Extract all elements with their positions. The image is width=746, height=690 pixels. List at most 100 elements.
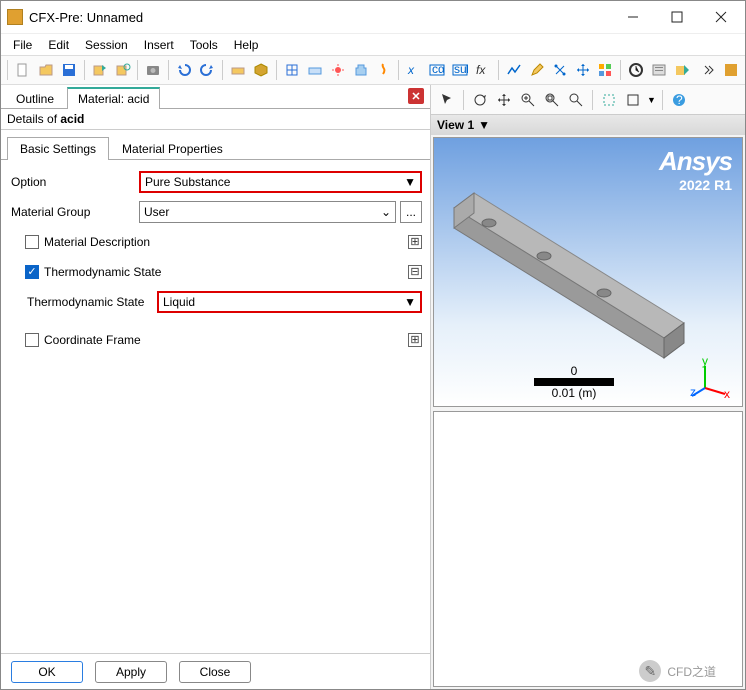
interface-icon[interactable] bbox=[550, 60, 570, 80]
button-bar: OK Apply Close bbox=[1, 653, 430, 689]
monitor-icon[interactable] bbox=[504, 60, 524, 80]
minimize-button[interactable] bbox=[611, 2, 655, 32]
menubar: File Edit Session Insert Tools Help bbox=[1, 33, 745, 55]
rotate-icon[interactable] bbox=[470, 90, 490, 110]
material-group-more-button[interactable]: ... bbox=[400, 201, 422, 223]
close-window-button[interactable] bbox=[699, 2, 743, 32]
coordinate-frame-checkbox[interactable] bbox=[25, 333, 39, 347]
adapt-icon[interactable] bbox=[595, 60, 615, 80]
variable-icon[interactable]: x bbox=[404, 60, 424, 80]
details-prefix: Details of bbox=[7, 112, 60, 126]
menu-session[interactable]: Session bbox=[77, 36, 136, 54]
thermodynamic-state-checkbox-label: Thermodynamic State bbox=[44, 265, 404, 279]
pan-icon[interactable] bbox=[494, 90, 514, 110]
ok-button[interactable]: OK bbox=[11, 661, 83, 683]
tab-close-button[interactable]: ✕ bbox=[408, 88, 424, 104]
mesh-reload-icon[interactable] bbox=[113, 60, 133, 80]
material-group-label: Material Group bbox=[9, 205, 139, 219]
option-value: Pure Substance bbox=[145, 175, 230, 189]
svg-text:x: x bbox=[407, 63, 415, 77]
tab-material[interactable]: Material: acid bbox=[67, 87, 160, 109]
details-name: acid bbox=[60, 112, 84, 126]
view-header[interactable]: View 1 ▼ bbox=[431, 115, 745, 135]
scale-value: 0.01 (m) bbox=[534, 386, 614, 400]
svg-text:x: x bbox=[724, 387, 730, 398]
fx-icon[interactable]: fx bbox=[473, 60, 493, 80]
dropdown-arrow-icon: ▼ bbox=[404, 175, 416, 189]
toolbar-more-icon[interactable] bbox=[698, 60, 718, 80]
zoom-box-icon[interactable] bbox=[542, 90, 562, 110]
svg-text:z: z bbox=[690, 385, 696, 398]
thermodynamic-state-dropdown[interactable]: Liquid ▼ bbox=[157, 291, 422, 313]
boundary-icon[interactable] bbox=[282, 60, 302, 80]
select-icon[interactable] bbox=[437, 90, 457, 110]
redo-icon[interactable] bbox=[197, 60, 217, 80]
right-pane: ▼ ? View 1 ▼ Ansys 2022 R1 bbox=[431, 85, 745, 689]
toolbar-end-icon[interactable] bbox=[721, 60, 741, 80]
undo-icon[interactable] bbox=[174, 60, 194, 80]
move-icon[interactable] bbox=[573, 60, 593, 80]
window-title: CFX-Pre: Unnamed bbox=[29, 10, 611, 25]
tab-outline[interactable]: Outline bbox=[5, 88, 65, 109]
menu-insert[interactable]: Insert bbox=[136, 36, 182, 54]
application-window: CFX-Pre: Unnamed File Edit Session Inser… bbox=[0, 0, 746, 690]
svg-text:cα: cα bbox=[432, 62, 445, 76]
coordinate-frame-label: Coordinate Frame bbox=[44, 333, 404, 347]
edit-icon[interactable] bbox=[527, 60, 547, 80]
zoom-in-icon[interactable] bbox=[518, 90, 538, 110]
output-control-icon[interactable] bbox=[649, 60, 669, 80]
watermark-icon: ✎ bbox=[639, 660, 661, 682]
svg-text:?: ? bbox=[676, 93, 683, 107]
simulation-icon[interactable] bbox=[228, 60, 248, 80]
menu-tools[interactable]: Tools bbox=[182, 36, 226, 54]
subtab-basic-settings[interactable]: Basic Settings bbox=[7, 137, 109, 160]
dropdown-arrow-icon[interactable]: ▼ bbox=[647, 95, 656, 105]
new-icon[interactable] bbox=[13, 60, 33, 80]
snapshot-icon[interactable] bbox=[143, 60, 163, 80]
scale-bar: 0 0.01 (m) bbox=[534, 364, 614, 400]
cel-icon[interactable]: cα bbox=[427, 60, 447, 80]
svg-text:fx: fx bbox=[476, 63, 486, 77]
sub-icon[interactable]: sub bbox=[450, 60, 470, 80]
dropdown-arrow-icon: ▼ bbox=[404, 295, 416, 309]
material-icon[interactable] bbox=[351, 60, 371, 80]
save-icon[interactable] bbox=[59, 60, 79, 80]
open-icon[interactable] bbox=[36, 60, 56, 80]
run-icon[interactable] bbox=[672, 60, 692, 80]
subdomain-icon[interactable] bbox=[305, 60, 325, 80]
maximize-button[interactable] bbox=[655, 2, 699, 32]
3d-viewport[interactable]: Ansys 2022 R1 0 bbox=[433, 137, 743, 407]
source-icon[interactable] bbox=[328, 60, 348, 80]
material-description-expander[interactable]: ⊞ bbox=[408, 235, 422, 249]
coordinate-frame-expander[interactable]: ⊞ bbox=[408, 333, 422, 347]
domain-icon[interactable] bbox=[251, 60, 271, 80]
close-button[interactable]: Close bbox=[179, 661, 251, 683]
view-toolbar: ▼ ? bbox=[431, 85, 745, 115]
menu-help[interactable]: Help bbox=[226, 36, 267, 54]
help-icon[interactable]: ? bbox=[669, 90, 689, 110]
mesh-import-icon[interactable] bbox=[90, 60, 110, 80]
view-header-arrow-icon: ▼ bbox=[478, 118, 490, 132]
material-group-dropdown[interactable]: User ⌄ bbox=[139, 201, 396, 223]
solver-control-icon[interactable] bbox=[626, 60, 646, 80]
dropdown-arrow-icon: ⌄ bbox=[381, 205, 391, 219]
apply-button[interactable]: Apply bbox=[95, 661, 167, 683]
highlight-icon[interactable] bbox=[599, 90, 619, 110]
wireframe-icon[interactable] bbox=[623, 90, 643, 110]
option-dropdown[interactable]: Pure Substance ▼ bbox=[139, 171, 422, 193]
watermark-text: CFD之道 bbox=[667, 663, 716, 680]
menu-file[interactable]: File bbox=[5, 36, 40, 54]
material-description-checkbox[interactable] bbox=[25, 235, 39, 249]
fit-icon[interactable] bbox=[566, 90, 586, 110]
subtab-material-properties[interactable]: Material Properties bbox=[109, 137, 236, 160]
material-group-value: User bbox=[144, 205, 169, 219]
thermodynamic-state-checkbox[interactable] bbox=[25, 265, 39, 279]
left-pane: Outline Material: acid ✕ Details of acid… bbox=[1, 85, 431, 689]
svg-text:sub: sub bbox=[454, 62, 468, 76]
thermodynamic-state-collapser[interactable]: ⊟ bbox=[408, 265, 422, 279]
reaction-icon[interactable] bbox=[373, 60, 393, 80]
basic-settings-form: Option Pure Substance ▼ Material Group U… bbox=[1, 160, 430, 653]
editor-tabs: Outline Material: acid ✕ bbox=[1, 85, 430, 109]
svg-text:y: y bbox=[702, 358, 708, 368]
menu-edit[interactable]: Edit bbox=[40, 36, 77, 54]
